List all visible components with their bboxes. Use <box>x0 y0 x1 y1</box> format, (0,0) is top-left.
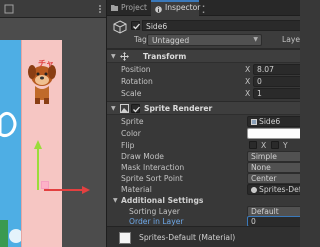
scale-row: Scale X 1 <box>107 88 300 100</box>
checkmark-icon <box>133 106 140 113</box>
tab-inspector-label: Inspector <box>165 3 201 12</box>
fold-arrow-icon[interactable]: ▼ <box>111 105 116 112</box>
flip-x-label: X <box>261 141 267 150</box>
cloud-shape-icon <box>0 111 23 247</box>
transform-icon <box>120 52 129 61</box>
flip-x-checkbox[interactable] <box>249 141 257 149</box>
sprite-value: Side6 <box>259 117 281 126</box>
tab-inspector[interactable]: Inspector <box>151 0 201 16</box>
position-x-input[interactable]: 8.07 <box>253 64 300 75</box>
object-name-field[interactable]: Side6 <box>142 20 300 31</box>
tab-project[interactable]: Project <box>107 0 151 16</box>
active-checkbox[interactable] <box>131 21 140 30</box>
inspector-window: Project Inspector · · Side6 Tag Untagged … <box>106 0 300 247</box>
position-row: Position X 8.07 <box>107 64 300 76</box>
rotation-x-axis[interactable]: X <box>245 77 250 86</box>
scale-label: Scale <box>121 89 142 98</box>
scale-x-input[interactable]: 1 <box>253 88 300 99</box>
material-preview: Sprites-Default (Material) <box>107 226 300 247</box>
move-handle-x-arrow[interactable] <box>82 186 90 194</box>
mascot-character-icon <box>28 65 56 104</box>
info-icon <box>155 6 162 13</box>
tag-dropdown[interactable]: Untagged ▼ <box>147 34 262 46</box>
flip-y-label: Y <box>283 141 288 150</box>
color-swatch[interactable] <box>247 128 300 139</box>
scene-view[interactable]: チャ <box>0 0 106 247</box>
material-asset-icon <box>251 187 257 193</box>
sprite-renderer-title: Sprite Renderer <box>144 104 213 113</box>
fold-arrow-icon[interactable]: ▼ <box>111 53 116 60</box>
move-handle-xy-plane[interactable] <box>41 181 49 189</box>
material-object-field[interactable]: Sprites-Defaul <box>247 184 300 195</box>
scene-toolbar <box>0 0 106 18</box>
additional-settings-label: Additional Settings <box>121 196 204 205</box>
cube-icon <box>113 20 127 34</box>
move-handle-y[interactable] <box>37 148 39 190</box>
mask-interaction-dropdown[interactable]: None <box>247 162 300 173</box>
rotation-label: Rotation <box>121 77 153 86</box>
color-label: Color <box>121 129 141 138</box>
sprite-renderer-icon <box>120 104 129 113</box>
fold-arrow-icon[interactable]: ▼ <box>113 197 118 204</box>
tag-label: Tag <box>134 35 147 44</box>
transform-header[interactable]: ▼ Transform <box>107 49 300 63</box>
gameobject-header: Side6 Tag Untagged ▼ Layer <box>107 16 300 49</box>
rotation-row: Rotation X 0 <box>107 76 300 88</box>
tab-bar: Project Inspector · · <box>107 0 300 17</box>
sprite-sort-point-label: Sprite Sort Point <box>121 174 183 183</box>
sprite-sort-point-dropdown[interactable]: Center <box>247 173 300 184</box>
material-value: Sprites-Defaul <box>259 185 300 194</box>
draw-mode-dropdown[interactable]: Simple <box>247 151 300 162</box>
flip-y-checkbox[interactable] <box>271 141 279 149</box>
sprite-asset-icon <box>251 119 257 125</box>
scene-menu-icon[interactable] <box>95 4 105 14</box>
sprite-renderer-enabled-checkbox[interactable] <box>131 104 140 113</box>
sprite-label: Sprite <box>121 117 144 126</box>
position-label: Position <box>121 65 151 74</box>
position-x-axis[interactable]: X <box>245 65 250 74</box>
material-label: Material <box>121 185 152 194</box>
sprite-renderer-header[interactable]: ▼ Sprite Renderer <box>107 101 300 115</box>
material-preview-name: Sprites-Default (Material) <box>139 233 236 242</box>
order-in-layer-label: Order in Layer <box>129 217 184 226</box>
character-label: チャ <box>38 59 54 68</box>
blue-side-sprite[interactable] <box>0 40 23 247</box>
transform-title: Transform <box>143 52 187 61</box>
mask-interaction-label: Mask Interaction <box>121 163 185 172</box>
move-handle-x[interactable] <box>44 189 84 191</box>
sorting-layer-label: Sorting Layer <box>129 207 180 216</box>
checkmark-icon <box>133 23 140 30</box>
tag-value: Untagged <box>152 36 190 45</box>
color-row: Color <box>107 128 300 140</box>
draw-mode-label: Draw Mode <box>121 152 164 161</box>
flip-label: Flip <box>121 141 135 150</box>
layer-label: Layer <box>282 35 300 44</box>
rotation-x-input[interactable]: 0 <box>253 76 300 87</box>
sprite-object-field[interactable]: Side6 <box>247 116 300 127</box>
tab-project-label: Project <box>121 3 147 12</box>
tab-menu-icon[interactable]: · · <box>202 3 205 17</box>
dropdown-caret-icon: ▼ <box>253 36 258 43</box>
sprite-row: Sprite Side6 <box>107 116 300 128</box>
material-swatch[interactable] <box>119 232 131 244</box>
gizmo-icon[interactable] <box>4 4 14 14</box>
folder-icon <box>111 5 118 11</box>
move-handle-y-arrow[interactable] <box>34 140 42 149</box>
scale-x-axis[interactable]: X <box>245 89 250 98</box>
